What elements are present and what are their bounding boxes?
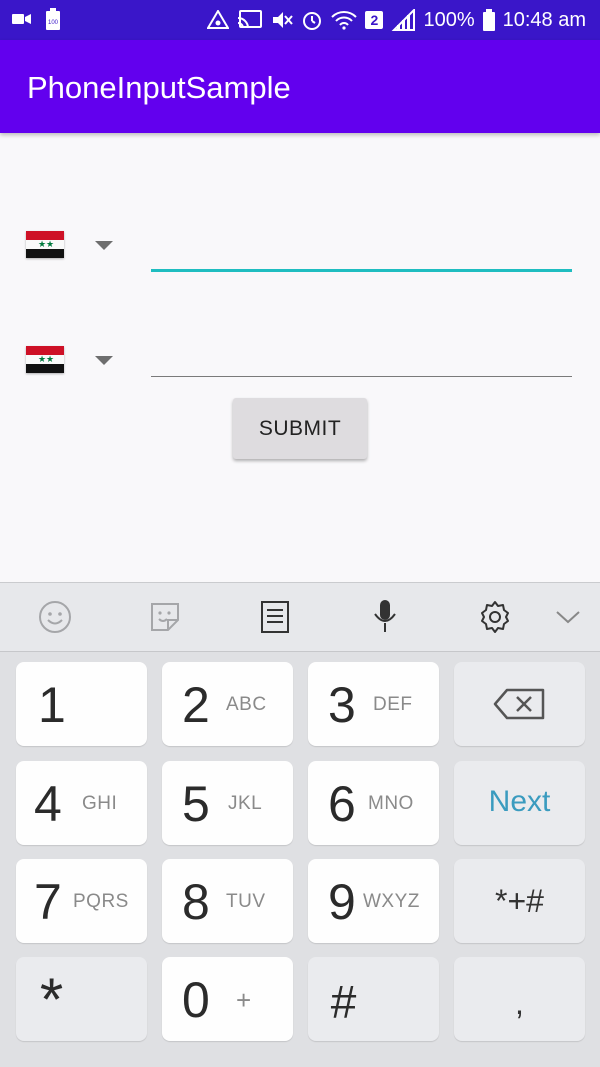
backspace-icon <box>493 688 545 725</box>
key-9[interactable]: 9 WXYZ <box>308 859 439 943</box>
key-7[interactable]: 7 PQRS <box>16 859 147 943</box>
phone-number-input[interactable] <box>151 334 572 377</box>
signal-icon <box>391 9 416 31</box>
country-dropdown-caret-icon[interactable] <box>95 356 113 365</box>
wifi-icon <box>331 10 358 30</box>
syria-flag-icon[interactable]: ★ ★ <box>26 231 64 258</box>
data-saver-icon <box>207 10 230 30</box>
app-bar: PhoneInputSample <box>0 40 600 133</box>
key-6[interactable]: 6 MNO <box>308 761 439 845</box>
star-key[interactable]: * <box>16 957 147 1041</box>
cast-icon <box>237 10 263 30</box>
battery-saver-icon: 100 <box>46 8 60 30</box>
mute-icon <box>271 10 294 30</box>
key-0[interactable]: 0 + <box>162 957 293 1041</box>
keyboard-toolbar <box>0 582 600 652</box>
alarm-icon <box>301 9 323 31</box>
clipboard-icon[interactable] <box>255 597 295 637</box>
key-5[interactable]: 5 JKL <box>162 761 293 845</box>
key-1[interactable]: 1 <box>16 662 147 746</box>
comma-key[interactable]: , <box>454 957 585 1041</box>
phone-number-input[interactable] <box>151 227 572 272</box>
country-dropdown-caret-icon[interactable] <box>95 241 113 250</box>
svg-text:100: 100 <box>48 20 59 26</box>
sticker-icon[interactable] <box>145 597 185 637</box>
next-key[interactable]: Next <box>454 761 585 845</box>
backspace-key[interactable] <box>454 662 585 746</box>
phone-input-row-1: ★ ★ <box>0 215 600 295</box>
numeric-keyboard: 1 2 ABC 3 DEF 4 GHI 5 JKL 6 MNO Next 7 P… <box>0 582 600 1067</box>
battery-icon <box>482 9 495 31</box>
syria-flag-icon[interactable]: ★ ★ <box>26 346 64 373</box>
submit-button[interactable]: SUBMIT <box>233 398 367 459</box>
video-camera-icon <box>12 12 32 26</box>
status-bar: 100 2 100% 10:48 am <box>0 0 600 40</box>
clock: 10:48 am <box>502 8 586 31</box>
key-8[interactable]: 8 TUV <box>162 859 293 943</box>
battery-percent: 100% <box>423 8 475 31</box>
emoji-icon[interactable] <box>35 597 75 637</box>
chevron-down-icon[interactable] <box>548 597 588 637</box>
key-3[interactable]: 3 DEF <box>308 662 439 746</box>
key-4[interactable]: 4 GHI <box>16 761 147 845</box>
key-2[interactable]: 2 ABC <box>162 662 293 746</box>
symbols-key[interactable]: *+# <box>454 859 585 943</box>
hash-key[interactable]: # <box>308 957 439 1041</box>
settings-icon[interactable] <box>475 597 515 637</box>
app-title: PhoneInputSample <box>27 70 291 105</box>
sim-badge: 2 <box>365 11 384 29</box>
microphone-icon[interactable] <box>365 597 405 637</box>
